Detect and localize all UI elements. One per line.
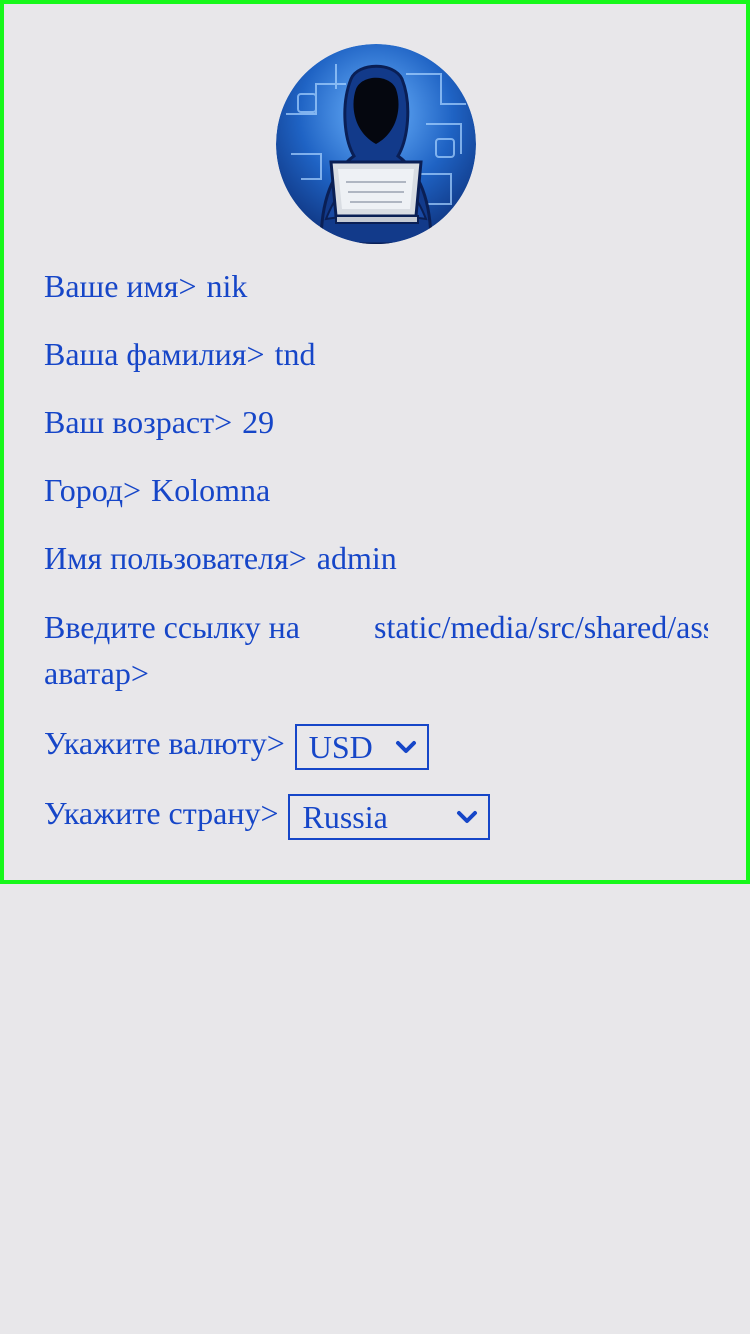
city-row: Город> Kolomna [44,472,270,508]
city-value[interactable]: Kolomna [151,472,270,508]
chevron-down-icon [395,740,416,753]
currency-select[interactable]: USD [294,723,429,770]
age-row: Ваш возраст> 29 [44,404,274,440]
avatar-link-input[interactable]: static/media/src/shared/assets [374,604,708,650]
age-value[interactable]: 29 [242,404,274,440]
avatar [276,44,476,244]
country-row: Укажите страну> Russia [44,790,491,840]
avatar-link-label: Введите ссылку на аватар> [44,609,300,691]
last-name-row: Ваша фамилия> tnd [44,336,315,372]
avatar-link-row: Введите ссылку на аватар> static/media/s… [44,604,708,694]
username-value[interactable]: admin [317,540,397,576]
profile-card: Ваше имя> nik Ваша фамилия> tnd Ваш возрас… [0,0,750,884]
last-name-value[interactable]: tnd [275,336,316,372]
currency-row: Укажите валюту> USD [44,720,429,770]
age-label: Ваш возраст> [44,404,233,440]
hooded-hacker-avatar-icon [276,44,476,244]
username-row: Имя пользователя> admin [44,540,397,576]
username-label: Имя пользователя> [44,540,307,576]
chevron-down-icon [457,810,478,823]
first-name-label: Ваше имя> [44,268,197,304]
country-selected-value: Russia [302,798,388,835]
city-label: Город> [44,472,142,508]
last-name-label: Ваша фамилия> [44,336,265,372]
first-name-row: Ваше имя> nik [44,268,247,304]
currency-selected-value: USD [308,728,373,765]
country-select[interactable]: Russia [288,793,491,840]
currency-label: Укажите валюту> [44,725,285,761]
first-name-value[interactable]: nik [207,268,248,304]
country-label: Укажите страну> [44,795,279,831]
